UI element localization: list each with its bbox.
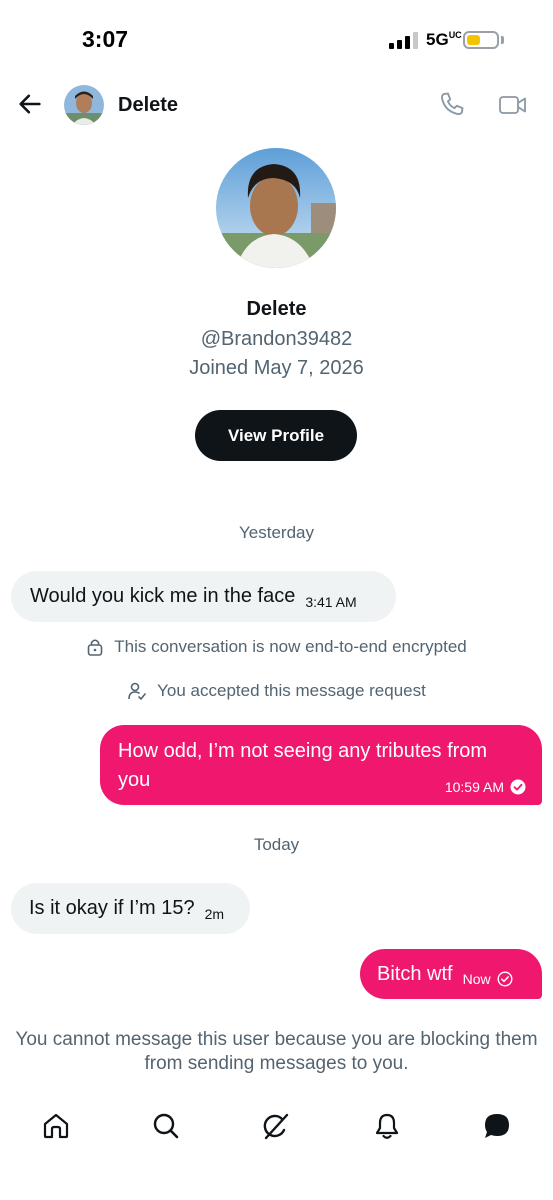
profile-avatar[interactable] — [216, 148, 336, 268]
grok-icon[interactable] — [261, 1111, 291, 1141]
message-bubble-incoming[interactable]: Would you kick me in the face 3:41 AM — [11, 571, 396, 622]
view-profile-button[interactable]: View Profile — [195, 410, 357, 461]
network-indicator: 5GUC — [426, 30, 462, 50]
encryption-notice-text: This conversation is now end-to-end encr… — [114, 637, 467, 656]
avatar-photo-icon — [64, 85, 104, 125]
encryption-notice: This conversation is now end-to-end encr… — [0, 637, 553, 657]
message-time: Now — [462, 971, 491, 987]
battery-nub — [501, 36, 504, 44]
messages-icon[interactable] — [482, 1111, 512, 1141]
date-separator-today: Today — [253, 835, 300, 854]
message-bubble-outgoing[interactable]: How odd, I’m not seeing any tributes fro… — [100, 725, 542, 805]
message-time: 10:59 AM — [444, 779, 504, 795]
message-bubble-incoming[interactable]: Is it okay if I’m 15? 2m — [11, 883, 250, 934]
phone-icon[interactable] — [438, 90, 466, 118]
video-call-icon[interactable] — [498, 92, 528, 118]
profile-joined-date: Joined May 7, 2026 — [189, 357, 364, 379]
message-text: Is it okay if I’m 15? — [29, 897, 195, 919]
battery-level — [467, 35, 480, 45]
read-receipt-icon — [510, 779, 526, 795]
message-text: Bitch wtf — [377, 962, 453, 985]
message-text: Would you kick me in the face — [30, 585, 296, 607]
conversation-title[interactable]: Delete — [118, 94, 178, 117]
home-icon[interactable] — [41, 1111, 71, 1141]
message-meta: 10:59 AM — [445, 779, 526, 795]
request-accepted-notice: You accepted this message request — [0, 681, 553, 701]
profile-name: Delete — [246, 298, 307, 320]
message-bubble-outgoing[interactable]: Bitch wtf Now — [360, 949, 542, 999]
network-type: 5G — [426, 30, 449, 49]
network-suffix: UC — [448, 30, 462, 40]
blocked-notice: You cannot message this user because you… — [15, 1029, 538, 1074]
date-separator-yesterday: Yesterday — [239, 523, 314, 542]
search-icon[interactable] — [151, 1111, 181, 1141]
header-avatar[interactable] — [64, 85, 104, 125]
message-time: 2m — [204, 905, 225, 922]
profile-photo-icon — [216, 148, 336, 268]
battery-icon — [463, 31, 499, 49]
lock-icon — [87, 639, 103, 656]
sent-receipt-icon — [497, 971, 513, 987]
back-arrow-icon[interactable] — [16, 90, 44, 118]
user-check-icon — [128, 682, 146, 700]
notifications-icon[interactable] — [372, 1111, 402, 1141]
status-time: 3:07 — [82, 26, 129, 52]
request-accepted-text: You accepted this message request — [157, 681, 426, 700]
signal-strength-icon — [389, 31, 419, 49]
profile-handle: @Brandon39482 — [200, 328, 353, 350]
message-time: 3:41 AM — [305, 593, 357, 610]
